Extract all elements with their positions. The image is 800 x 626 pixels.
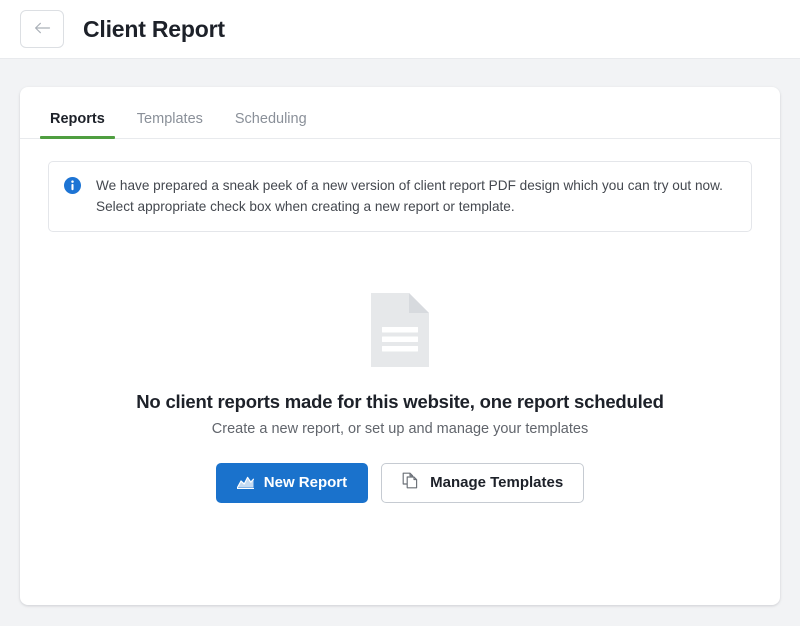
chart-area-icon [236,474,254,492]
empty-state-subtitle: Create a new report, or set up and manag… [211,420,589,437]
tab-bar: Reports Templates Scheduling [20,87,780,139]
new-report-button-label: New Report [263,474,348,492]
new-report-button[interactable]: New Report [215,462,369,503]
tab-scheduling[interactable]: Scheduling [225,111,317,139]
card-body: We have prepared a sneak peek of a new v… [20,139,780,605]
arrow-left-icon [34,21,51,38]
copy-pages-icon [402,472,420,493]
app-header: Client Report [0,0,800,59]
info-banner-text: We have prepared a sneak peek of a new v… [96,178,723,214]
content-area: Reports Templates Scheduling We have pre… [0,59,800,626]
info-circle-icon [64,177,81,199]
page-title: Client Report [83,15,225,42]
tab-templates[interactable]: Templates [127,111,213,139]
empty-state-actions: New Report Manage Templates [215,462,585,503]
empty-state: No client reports made for this website,… [48,232,752,605]
document-lines-icon [371,292,429,372]
manage-templates-button[interactable]: Manage Templates [381,462,585,503]
empty-state-title: No client reports made for this website,… [136,390,664,412]
client-report-card: Reports Templates Scheduling We have pre… [20,87,780,605]
manage-templates-button-label: Manage Templates [430,474,564,492]
tab-reports[interactable]: Reports [40,111,115,139]
back-button[interactable] [20,10,64,48]
info-banner: We have prepared a sneak peek of a new v… [48,161,752,233]
